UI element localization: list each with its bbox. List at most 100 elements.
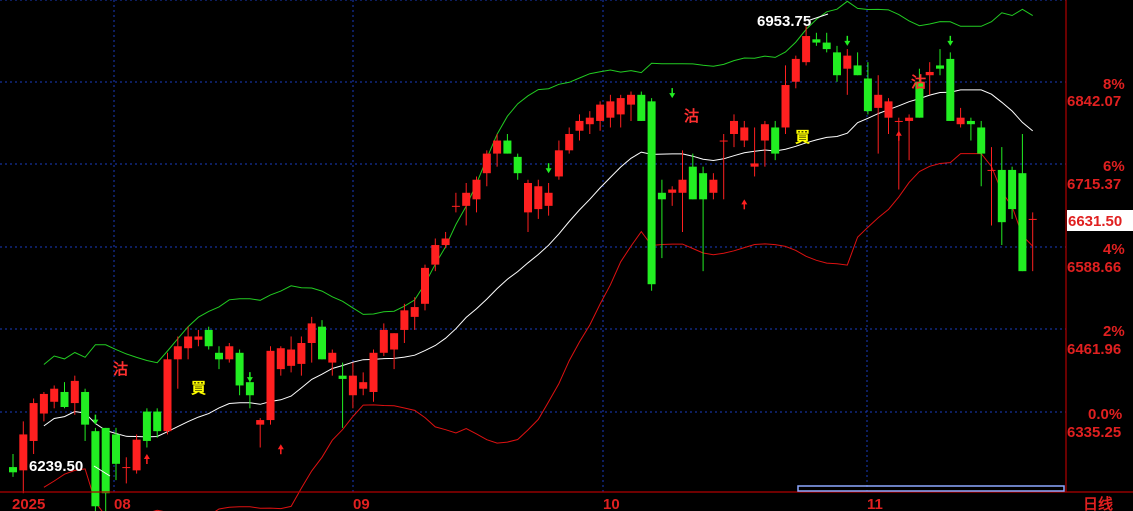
candle-body (781, 85, 790, 128)
candle-body (977, 127, 986, 154)
candle-body (688, 166, 697, 200)
candle-body (70, 380, 79, 404)
candle-body (451, 205, 460, 207)
candle-body (112, 434, 120, 464)
candle-body (184, 336, 193, 349)
candle-body (29, 403, 38, 441)
candle-body (266, 350, 275, 421)
candle (132, 434, 141, 474)
min-price-label: 6239.50 (29, 458, 83, 475)
time-tick: 10 (603, 496, 620, 511)
candle-body (956, 117, 965, 125)
candle-body (771, 127, 780, 154)
candle-body (513, 156, 522, 174)
candle (637, 91, 646, 121)
candlestick-chart: 8% 6842.07 6% 6715.37 6631.50 4% 6588.66… (0, 0, 1133, 511)
candle-body (194, 336, 203, 340)
candle-body (987, 169, 996, 171)
candle-body (50, 388, 59, 402)
candle-body (627, 94, 635, 105)
candle-body (400, 310, 409, 330)
candle-body (812, 39, 821, 43)
candle-body (503, 140, 512, 154)
candle-body (390, 333, 399, 350)
candle-body (524, 182, 532, 213)
candle-body (606, 101, 615, 118)
candle-body (19, 434, 28, 471)
candle-body (730, 120, 738, 135)
price-tick: 6715.37 (1067, 176, 1121, 193)
candle-body (668, 189, 677, 193)
candle-body (163, 359, 172, 432)
candle-body (379, 329, 388, 353)
candle-body (122, 467, 131, 469)
sell-signal: 沽 (113, 360, 128, 378)
candle-body (132, 439, 141, 471)
time-tick: 08 (114, 496, 131, 511)
candle-body (410, 307, 419, 317)
candle-body (678, 179, 687, 193)
period-label[interactable]: 日线 (1083, 495, 1113, 511)
candle-body (421, 267, 429, 304)
buy-signal: 買 (191, 379, 206, 397)
candle-body (245, 382, 254, 396)
candle-body (905, 117, 914, 121)
pct-tick: 0.0% (1088, 406, 1122, 423)
candle-body (585, 117, 594, 125)
candle-body (853, 65, 862, 76)
candle-body (482, 153, 491, 174)
candle-body (81, 391, 90, 425)
pct-tick: 4% (1103, 241, 1125, 258)
candle-body (596, 104, 605, 121)
candle-body (307, 323, 316, 343)
pct-tick: 6% (1103, 158, 1125, 175)
candle-body (554, 150, 563, 177)
candle-body (894, 120, 903, 122)
price-tick: 6842.07 (1067, 93, 1121, 110)
candle-body (750, 163, 759, 167)
candle-body (287, 349, 296, 366)
candle-body (9, 467, 17, 473)
price-tick: 6335.25 (1067, 424, 1121, 441)
candle-body (1008, 169, 1017, 210)
candle-body (153, 411, 162, 432)
candle-body (884, 101, 893, 118)
candle (91, 427, 100, 511)
current-price: 6631.50 (1068, 213, 1122, 230)
candle-body (225, 346, 234, 360)
candle-body (328, 352, 337, 363)
time-tick: 11 (867, 496, 883, 511)
max-price-label: 6953.75 (757, 13, 811, 30)
candle-body (276, 348, 285, 370)
buy-signal: 買 (795, 128, 810, 146)
time-tick: 09 (353, 496, 370, 511)
candle-body (101, 427, 110, 494)
candle-body (431, 245, 440, 265)
candle-body (719, 140, 728, 142)
chart-background (0, 0, 1133, 511)
candle-body (657, 192, 666, 200)
candle-body (997, 169, 1006, 223)
candle-body (142, 411, 151, 441)
candle-body (1028, 218, 1037, 220)
candle-body (39, 393, 48, 414)
candle-body (534, 186, 543, 210)
candle-body (441, 238, 450, 246)
candle-body (369, 352, 378, 392)
candle-body (1018, 173, 1027, 272)
candle-body (544, 192, 553, 206)
candle (204, 326, 213, 350)
candle-body (925, 71, 934, 76)
candle-body (936, 65, 944, 69)
candle-body (256, 420, 265, 425)
candle (266, 346, 275, 425)
candle-body (874, 94, 883, 108)
candle-body (215, 352, 223, 360)
candle-body (616, 98, 625, 115)
candle (163, 352, 172, 435)
candle (421, 264, 429, 311)
candle-body (204, 329, 213, 347)
candle-body (318, 326, 326, 360)
pct-tick: 2% (1103, 323, 1125, 340)
candle-body (760, 124, 769, 141)
